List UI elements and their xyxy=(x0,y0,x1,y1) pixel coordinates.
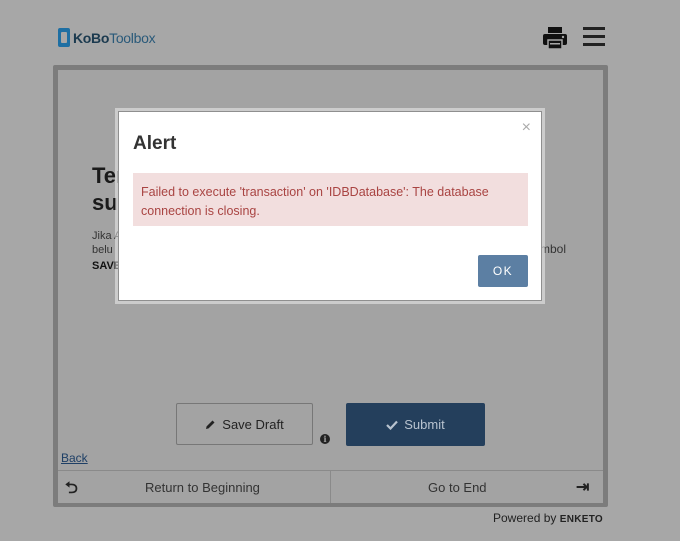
kobotoolbox-logo: KoBo Toolbox xyxy=(58,28,156,47)
logo-text-toolbox: Toolbox xyxy=(109,29,156,46)
powered-by-text: Powered by xyxy=(493,511,557,525)
dialog-title: Alert xyxy=(133,133,177,154)
pencil-icon xyxy=(206,420,215,429)
logo-text-kobo: KoBo xyxy=(73,29,110,46)
kobo-logo-icon xyxy=(58,28,70,47)
checkmark-icon xyxy=(386,420,399,430)
info-icon[interactable]: i xyxy=(320,434,330,444)
bottom-navigation: ⮌ Return to Beginning Go to End ⇥ xyxy=(58,470,603,504)
question-hint-line3: SAVE xyxy=(92,260,122,272)
printer-icon[interactable] xyxy=(542,26,568,50)
question-hint-fragment: mbol xyxy=(540,242,567,256)
go-to-end-icon[interactable]: ⇥ xyxy=(576,477,589,497)
powered-by-footer: Powered by ENKETO xyxy=(493,511,603,525)
question-title-line2: su xyxy=(92,190,118,215)
save-draft-button[interactable]: Save Draft xyxy=(176,403,313,445)
ok-button[interactable]: OK xyxy=(478,255,528,287)
save-draft-label: Save Draft xyxy=(222,416,284,432)
enketo-brand: ENKETO xyxy=(559,514,604,525)
return-arrow-icon[interactable]: ⮌ xyxy=(65,477,78,504)
question-hint-line1: Jika A xyxy=(92,230,122,242)
question-hint-line2: belu xyxy=(92,244,113,256)
error-message: Failed to execute 'transaction' on 'IDBD… xyxy=(133,173,528,226)
submit-button[interactable]: Submit xyxy=(346,403,485,446)
alert-dialog: × Alert Failed to execute 'transaction' … xyxy=(118,111,542,301)
submit-label: Submit xyxy=(404,417,445,432)
return-to-beginning-button[interactable]: Return to Beginning xyxy=(145,480,260,495)
go-to-end-button[interactable]: Go to End xyxy=(428,480,487,495)
app-header: KoBo Toolbox xyxy=(0,0,680,70)
nav-divider xyxy=(330,471,331,503)
close-icon[interactable]: × xyxy=(522,119,531,137)
hamburger-menu-icon[interactable] xyxy=(583,27,605,47)
back-link[interactable]: Back xyxy=(61,451,88,465)
